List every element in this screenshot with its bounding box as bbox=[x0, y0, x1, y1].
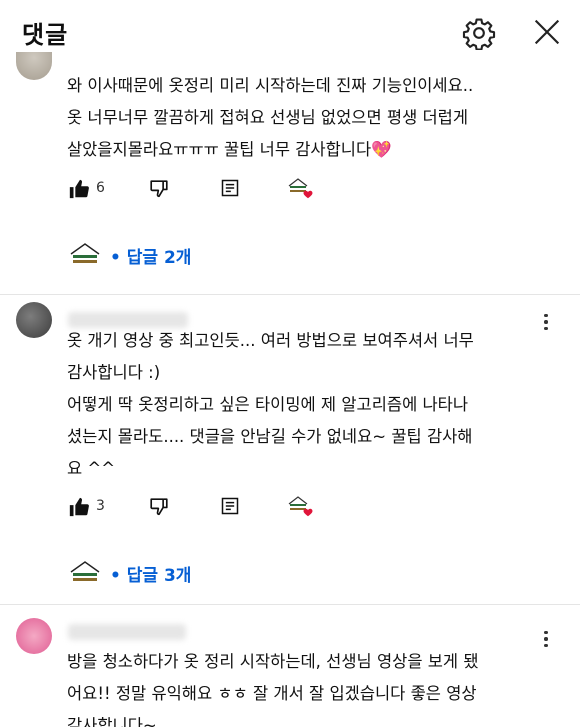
reply-icon[interactable] bbox=[220, 178, 240, 198]
comment-line: 어떻게 딱 옷정리하고 싶은 타이밍에 제 알고리즘에 나타나 bbox=[67, 395, 469, 414]
comment-line: 감사합니다 :) bbox=[67, 363, 161, 382]
page-title: 댓글 bbox=[22, 21, 69, 49]
replies-toggle[interactable]: • 답글 3개 bbox=[68, 558, 191, 588]
creator-avatar-icon bbox=[70, 561, 100, 581]
creator-heart-icon bbox=[288, 178, 313, 199]
dislike-icon[interactable] bbox=[148, 178, 170, 200]
comment-text: 와 이사때문에 옷정리 미리 시작하는데 진짜 기능인이세요.. 옷 너무너무 … bbox=[67, 70, 540, 166]
comment-author[interactable] bbox=[68, 624, 186, 640]
reply-icon[interactable] bbox=[220, 496, 240, 516]
comment-divider bbox=[0, 294, 580, 295]
comment-line: 옷 너무너무 깔끔하게 접혀요 선생님 없었으면 평생 더럽게 bbox=[67, 108, 469, 127]
comment-line: 방을 청소하다가 옷 정리 시작하는데, 선생님 영상을 보게 됐 bbox=[67, 652, 479, 671]
comment-line: 살았을지몰라요ㅠㅠㅠ 꿀팁 너무 감사합니다💖 bbox=[67, 140, 392, 159]
like-icon[interactable] bbox=[68, 496, 90, 518]
like-count: 6 bbox=[96, 180, 105, 196]
comment-line: 셨는지 몰라도.... 댓글을 안남길 수가 없네요~ 꿀팁 감사해 bbox=[67, 427, 473, 446]
comment-actions: 6 bbox=[68, 174, 368, 204]
replies-link[interactable]: • 답글 3개 bbox=[110, 561, 191, 586]
creator-heart-icon bbox=[288, 496, 313, 517]
like-count: 3 bbox=[96, 498, 105, 514]
avatar[interactable] bbox=[16, 302, 52, 338]
creator-avatar-icon bbox=[70, 243, 100, 263]
comment-text: 방을 청소하다가 옷 정리 시작하는데, 선생님 영상을 보게 됐 어요!! 정… bbox=[67, 646, 540, 727]
comments-header: 댓글 bbox=[0, 0, 580, 64]
comment-line: 어요!! 정말 유익해요 ㅎㅎ 잘 개서 잘 입겠습니다 좋은 영상 bbox=[67, 684, 477, 703]
comment-actions: 3 bbox=[68, 492, 368, 522]
comment-divider bbox=[0, 604, 580, 605]
comment-line: 옷 개기 영상 중 최고인듯... 여러 방법으로 보여주셔서 너무 bbox=[67, 331, 474, 350]
dislike-icon[interactable] bbox=[148, 496, 170, 518]
comment-text: 옷 개기 영상 중 최고인듯... 여러 방법으로 보여주셔서 너무 감사합니다… bbox=[67, 325, 540, 485]
comment-line: 요 ^^ bbox=[67, 459, 116, 478]
avatar[interactable] bbox=[16, 618, 52, 654]
replies-toggle[interactable]: • 답글 2개 bbox=[68, 240, 191, 270]
replies-link[interactable]: • 답글 2개 bbox=[110, 243, 191, 268]
comment-line: 와 이사때문에 옷정리 미리 시작하는데 진짜 기능인이세요.. bbox=[67, 76, 474, 95]
close-icon[interactable] bbox=[530, 15, 564, 49]
avatar[interactable] bbox=[16, 52, 52, 80]
comment-line: 감사합니다~ bbox=[67, 716, 157, 727]
like-icon[interactable] bbox=[68, 178, 90, 200]
gear-icon[interactable] bbox=[462, 16, 496, 50]
